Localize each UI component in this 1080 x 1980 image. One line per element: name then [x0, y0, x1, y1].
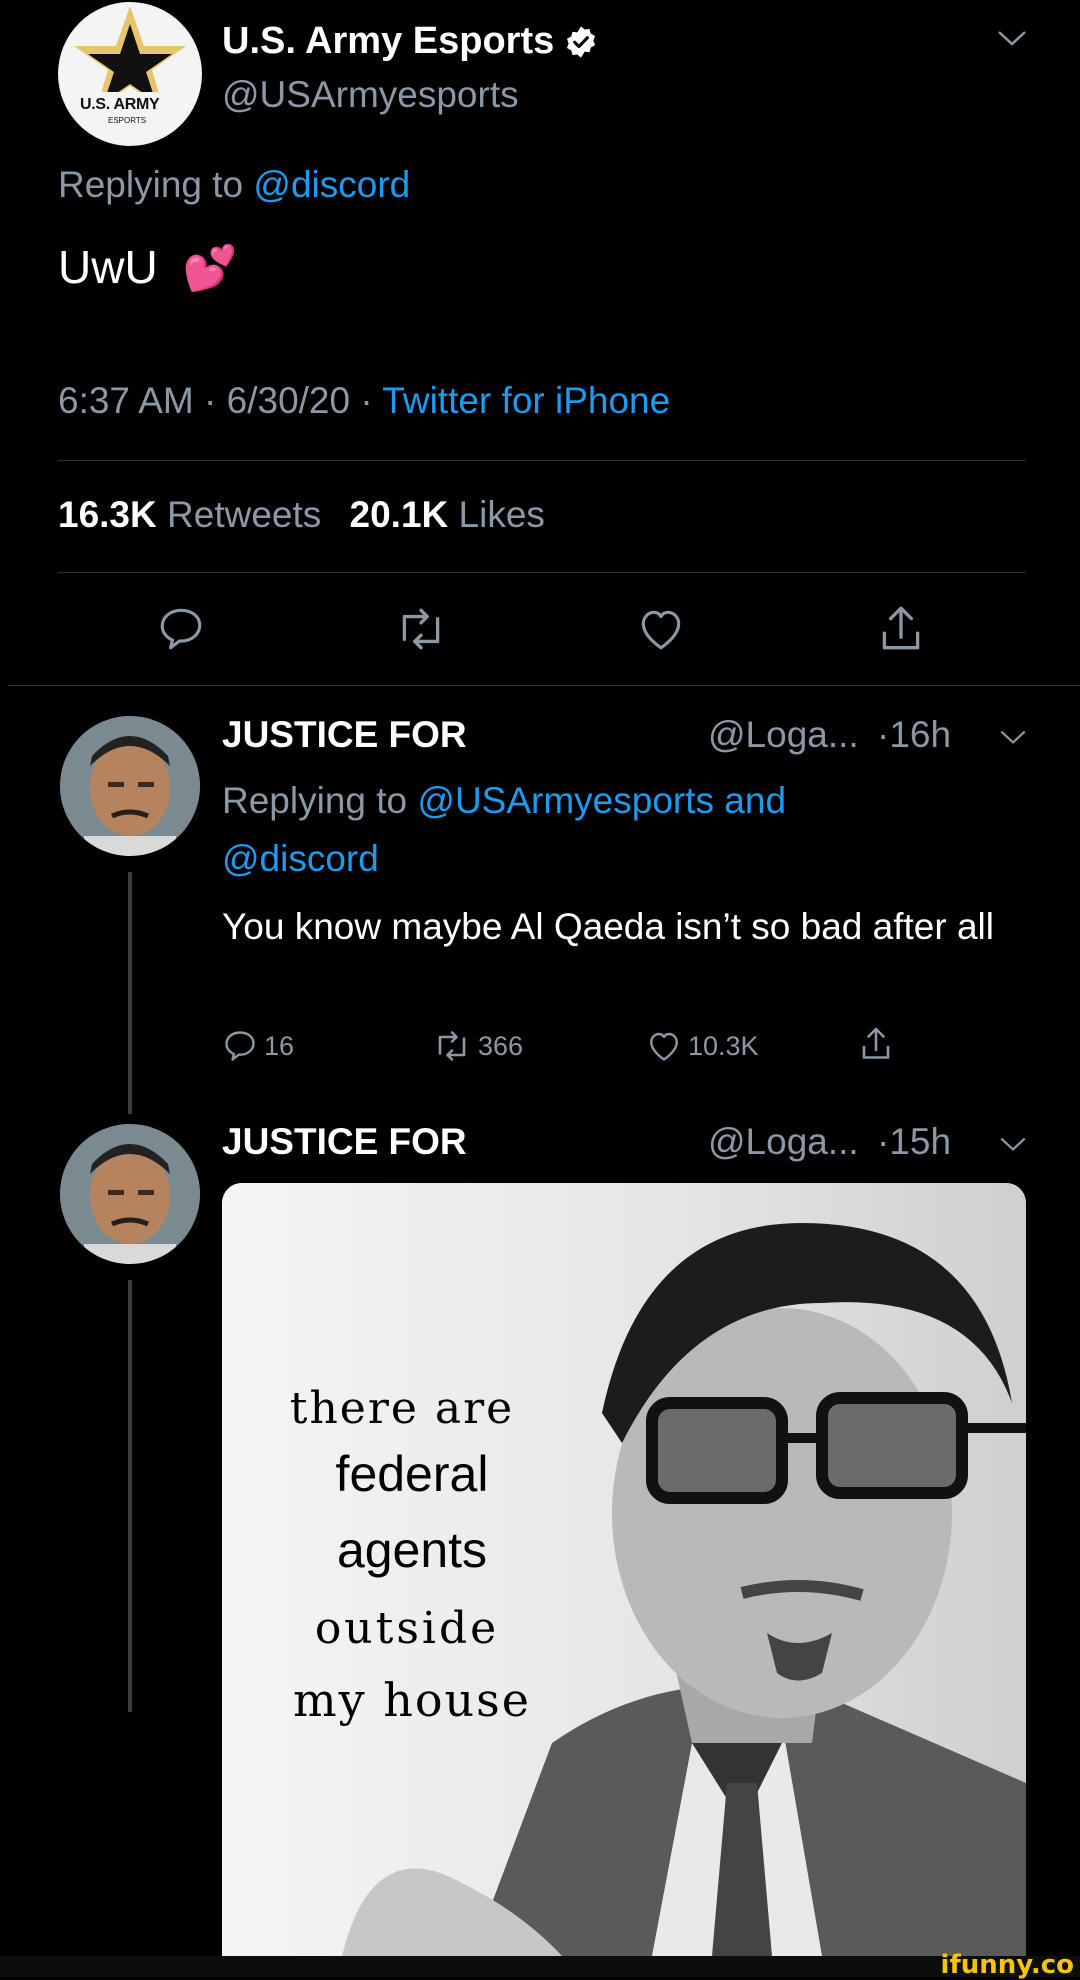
- replying-to-link[interactable]: @discord: [253, 164, 410, 205]
- retweet-icon[interactable]: [394, 604, 448, 654]
- likes-label: Likes: [458, 494, 545, 535]
- avatar-subtext: ESPORTS: [108, 116, 147, 125]
- retweets-label: Retweets: [167, 494, 322, 535]
- replying-prefix: Replying to: [222, 780, 418, 821]
- replying-and: and: [714, 780, 787, 821]
- divider: [8, 685, 1080, 686]
- divider: [58, 572, 1026, 573]
- ifunny-watermark: ifunny.co: [940, 1950, 1074, 1980]
- profile-photo-icon: [60, 716, 200, 856]
- retweets-stat[interactable]: 16.3K Retweets: [58, 494, 332, 535]
- avatar[interactable]: [60, 1124, 200, 1264]
- thread-line: [128, 872, 132, 1114]
- reply-count: 16: [264, 1030, 295, 1061]
- reply-icon: [222, 1028, 258, 1064]
- engagement-stats: 16.3K Retweets 20.1K Likes: [58, 494, 545, 536]
- like-button[interactable]: 10.3K: [646, 1028, 759, 1064]
- like-icon[interactable]: [636, 604, 686, 654]
- avatar[interactable]: U.S. ARMY ESPORTS: [58, 2, 202, 146]
- retweet-button[interactable]: 366: [432, 1028, 523, 1064]
- handle-age: @Loga... ·16h: [708, 714, 951, 756]
- meme-line: outside: [314, 1603, 500, 1654]
- meme-line: agents: [336, 1522, 488, 1578]
- retweet-icon: [432, 1028, 472, 1064]
- name-row: U.S. Army Esports: [222, 20, 598, 63]
- meme-line: there are: [289, 1383, 515, 1434]
- handle-age: @Loga... ·15h: [708, 1121, 951, 1163]
- display-name[interactable]: JUSTICE FOR: [222, 714, 467, 756]
- timestamp: 6:37 AM · 6/30/20 ·: [58, 380, 383, 421]
- like-icon: [646, 1028, 682, 1064]
- tweet-body: UwU: [58, 241, 158, 293]
- like-count: 10.3K: [688, 1030, 759, 1061]
- reply-text: You know maybe Al Qaeda isn’t so bad aft…: [222, 906, 994, 947]
- reply-button[interactable]: 16: [222, 1028, 294, 1064]
- verified-badge-icon: [564, 25, 598, 59]
- replying-to-link[interactable]: @discord: [222, 838, 379, 879]
- handle[interactable]: @Loga...: [708, 714, 859, 755]
- meme-image[interactable]: there are federal agents outside my hous…: [222, 1183, 1026, 1956]
- retweets-count: 16.3K: [58, 494, 157, 535]
- handle[interactable]: @USArmyesports: [222, 74, 519, 116]
- replying-to: Replying to @discord: [58, 164, 410, 206]
- replying-prefix: Replying to: [58, 164, 254, 205]
- tweet-age: ·15h: [877, 1121, 952, 1162]
- chevron-down-icon[interactable]: [998, 1135, 1028, 1153]
- replying-to-link[interactable]: @USArmyesports: [417, 780, 714, 821]
- two-hearts-icon: 💕: [182, 244, 238, 293]
- avatar-text: U.S. ARMY: [80, 96, 160, 113]
- divider: [58, 460, 1026, 461]
- display-name[interactable]: U.S. Army Esports: [222, 20, 554, 63]
- tweet-meta: 6:37 AM · 6/30/20 · Twitter for iPhone: [58, 380, 670, 422]
- handle[interactable]: @Loga...: [708, 1121, 859, 1162]
- share-icon[interactable]: [858, 1024, 894, 1064]
- source-link[interactable]: Twitter for iPhone: [382, 380, 670, 421]
- likes-count: 20.1K: [349, 494, 449, 535]
- tweet-age: ·16h: [877, 714, 952, 755]
- replying-to: Replying to @USArmyesports and @discord: [222, 772, 1022, 888]
- bottom-bar: [0, 1956, 1080, 1977]
- thread-line: [128, 1280, 132, 1712]
- profile-photo-icon: [60, 1124, 200, 1264]
- tweet-text: UwU 💕: [58, 240, 237, 294]
- meme-line: my house: [292, 1673, 531, 1727]
- retweet-count: 366: [478, 1030, 524, 1061]
- likes-stat[interactable]: 20.1K Likes: [350, 494, 545, 535]
- display-name[interactable]: JUSTICE FOR: [222, 1121, 467, 1163]
- chevron-down-icon[interactable]: [998, 728, 1028, 746]
- chevron-down-icon[interactable]: [996, 28, 1028, 48]
- avatar[interactable]: [60, 716, 200, 856]
- share-icon[interactable]: [876, 602, 926, 656]
- reply-icon[interactable]: [156, 604, 206, 654]
- meme-line: federal: [335, 1446, 489, 1502]
